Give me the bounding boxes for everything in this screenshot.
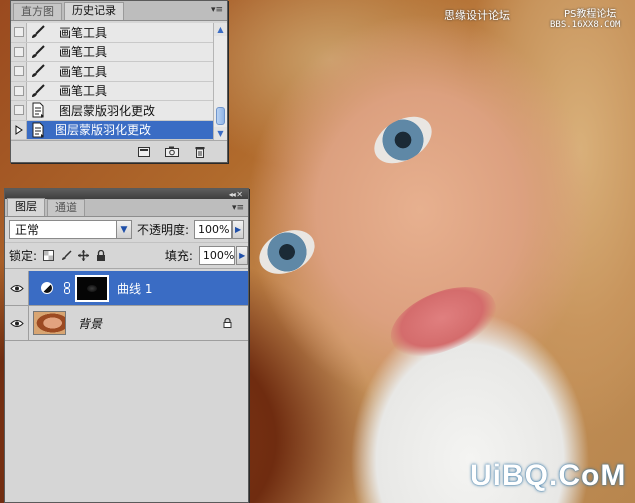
history-item-label: 图层蒙版羽化更改 [59, 103, 156, 118]
history-item[interactable]: 图层蒙版羽化更改 [11, 101, 214, 121]
history-item-label: 图层蒙版羽化更改 [55, 123, 152, 138]
history-state-marker[interactable] [11, 120, 27, 139]
brush-icon [27, 62, 49, 81]
history-item[interactable]: 画笔工具 [11, 62, 214, 82]
camera-snapshot-icon[interactable] [165, 146, 179, 158]
watermark-site: 思缘设计论坛 [444, 9, 510, 22]
history-source-checkbox[interactable] [11, 23, 27, 42]
trash-icon[interactable] [193, 146, 207, 158]
watermark-logo: UiBQ.CoM [470, 459, 627, 492]
layer-name[interactable]: 曲线 1 [117, 280, 152, 297]
brush-icon [27, 82, 49, 101]
blend-row: 正常 ▼ 不透明度: 100% ▶ [5, 217, 248, 243]
scroll-down-icon[interactable]: ▼ [214, 127, 227, 140]
history-source-checkbox[interactable] [11, 42, 27, 61]
tab-layers[interactable]: 图层 [7, 198, 45, 216]
layer-thumbnail[interactable] [33, 311, 66, 335]
history-source-checkbox[interactable] [11, 101, 27, 120]
history-source-checkbox[interactable] [11, 62, 27, 81]
history-item[interactable]: 画笔工具 [11, 23, 214, 43]
history-panel: 直方图 历史记录 ▾≡ 画笔工具 画笔工具 画笔工具 画笔工具 图层蒙版羽化更改… [10, 0, 228, 163]
layer-row-background[interactable]: 背景 [5, 306, 248, 341]
tab-histogram[interactable]: 直方图 [13, 3, 62, 20]
fill-input[interactable]: 100% [198, 246, 236, 265]
opacity-label: 不透明度: [137, 223, 190, 237]
layers-panel: ◂◂ ✕ 图层 通道 ▾≡ 正常 ▼ 不透明度: 100% ▶ 锁定: 填充: … [4, 188, 249, 503]
chevron-down-icon[interactable]: ▼ [116, 221, 131, 238]
tab-history[interactable]: 历史记录 [64, 2, 124, 20]
panel-menu-icon[interactable]: ▾≡ [210, 5, 224, 15]
lock-label: 锁定: [9, 249, 38, 263]
visibility-eye-icon[interactable] [5, 271, 29, 305]
link-chain-icon[interactable] [63, 282, 71, 294]
new-document-from-state-icon[interactable] [137, 146, 151, 158]
history-item-current[interactable]: 图层蒙版羽化更改 [11, 120, 214, 140]
lock-position-icon[interactable] [78, 250, 90, 262]
watermark-site-2: PS教程论坛 [564, 9, 617, 20]
fill-label: 填充: [164, 249, 193, 263]
brush-icon [27, 23, 49, 42]
lock-transparent-pixels-icon[interactable] [43, 250, 55, 262]
history-scrollbar[interactable]: ▲ ▼ [213, 23, 227, 140]
panel-menu-icon[interactable]: ▾≡ [231, 203, 245, 213]
fill-slider-arrow-icon[interactable]: ▶ [236, 246, 248, 265]
lock-row: 锁定: 填充: 100% ▶ [5, 243, 248, 269]
blend-mode-select[interactable]: 正常 ▼ [9, 220, 132, 239]
lock-image-pixels-icon[interactable] [61, 250, 72, 262]
history-item-label: 画笔工具 [59, 64, 108, 79]
history-item[interactable]: 画笔工具 [11, 81, 214, 101]
layer-mask-thumbnail[interactable] [75, 274, 109, 302]
history-item-label: 画笔工具 [59, 84, 108, 99]
blend-mode-value: 正常 [15, 223, 40, 237]
watermark-url: BBS.16XX8.COM [550, 20, 621, 30]
adjustment-layer-icon [41, 282, 53, 294]
history-item-label: 画笔工具 [59, 25, 108, 40]
layers-tab-row: 图层 通道 ▾≡ [5, 198, 248, 217]
history-item[interactable]: 画笔工具 [11, 42, 214, 62]
visibility-eye-icon[interactable] [5, 306, 29, 340]
lock-icon [222, 318, 232, 329]
history-footer [11, 140, 227, 162]
opacity-slider-arrow-icon[interactable]: ▶ [232, 220, 245, 239]
tab-channels[interactable]: 通道 [47, 199, 85, 216]
layer-name[interactable]: 背景 [78, 315, 102, 332]
brush-icon [27, 43, 49, 62]
document-icon [27, 101, 49, 120]
history-list: 画笔工具 画笔工具 画笔工具 画笔工具 图层蒙版羽化更改 图层蒙版羽化更改 [11, 23, 214, 140]
history-tab-row: 直方图 历史记录 ▾≡ [11, 1, 227, 21]
layers-list: 曲线 1 背景 [5, 271, 248, 502]
layer-row-curves[interactable]: 曲线 1 [5, 271, 248, 306]
scroll-up-icon[interactable]: ▲ [214, 23, 227, 36]
lock-all-icon[interactable] [95, 250, 106, 262]
history-source-checkbox[interactable] [11, 81, 27, 100]
document-icon [27, 121, 49, 140]
scroll-thumb[interactable] [216, 107, 225, 125]
opacity-input[interactable]: 100% [194, 220, 233, 239]
history-item-label: 画笔工具 [59, 45, 108, 60]
